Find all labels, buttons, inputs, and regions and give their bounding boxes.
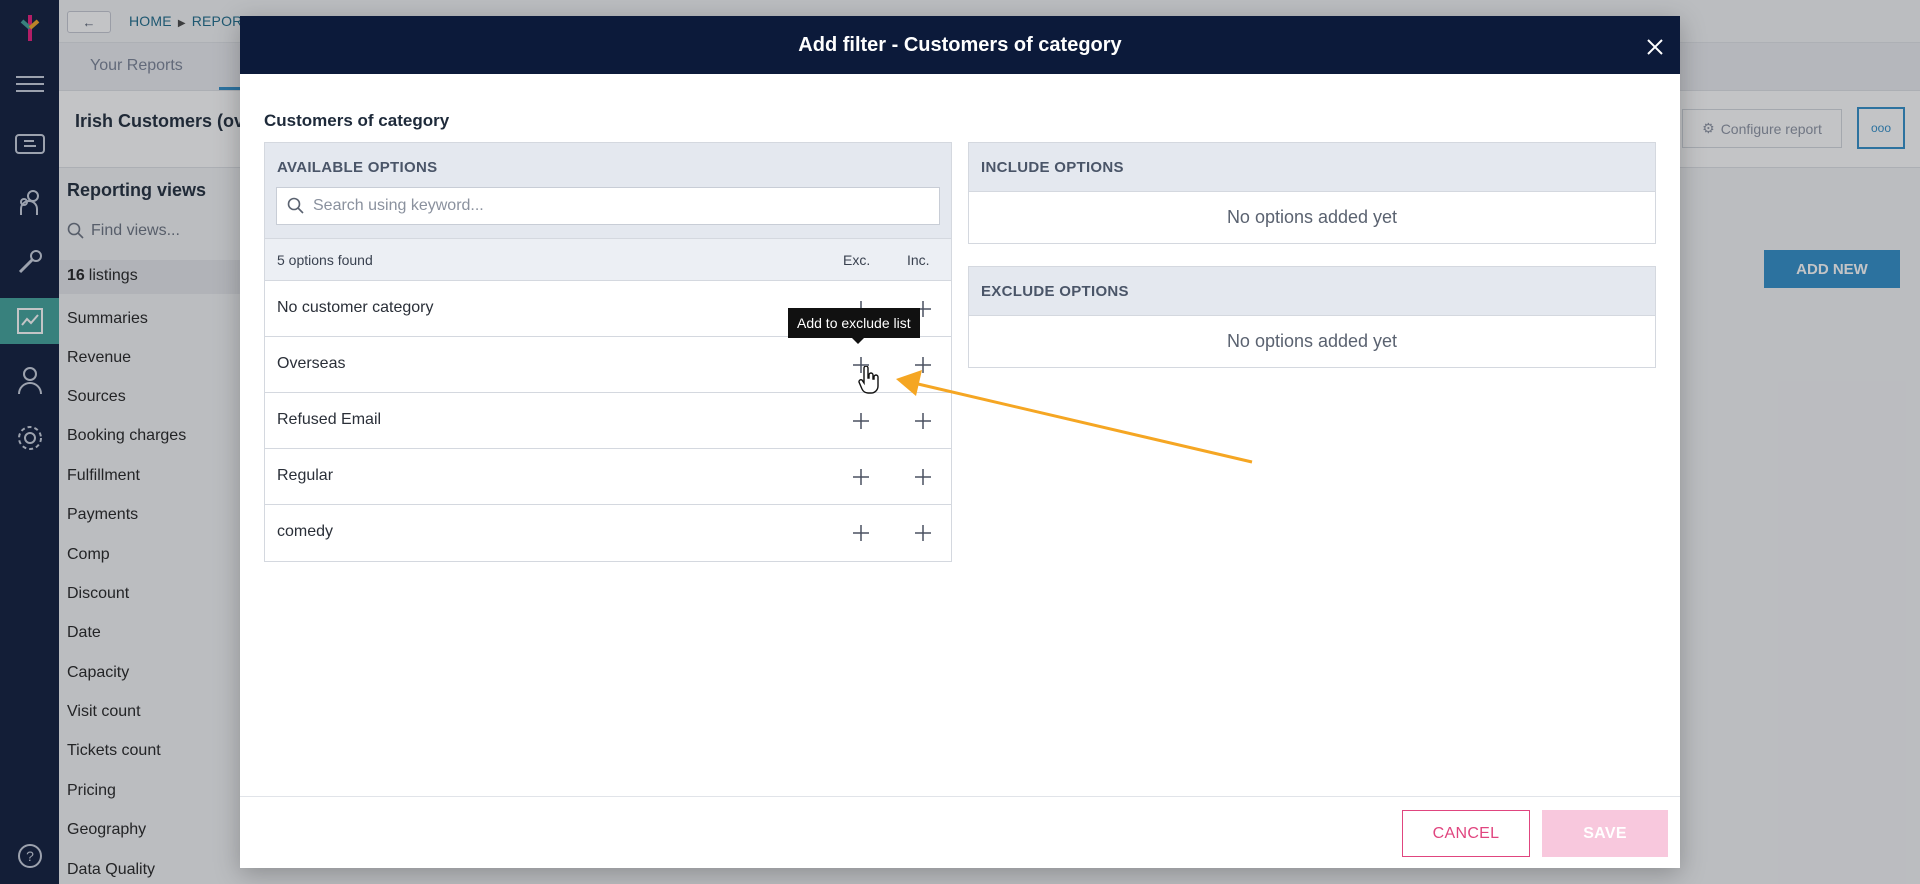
exclude-empty-message: No options added yet <box>969 315 1655 367</box>
add-to-include-plus-icon[interactable] <box>913 467 933 487</box>
options-found-count: 5 options found <box>277 252 373 268</box>
save-button[interactable]: SAVE <box>1542 810 1668 857</box>
exclude-column-header: Exc. <box>843 252 871 268</box>
list-item: comedy <box>265 505 951 561</box>
available-options-heading: AVAILABLE OPTIONS <box>265 143 951 191</box>
add-to-exclude-plus-icon[interactable] <box>851 467 871 487</box>
list-item: Overseas <box>265 337 951 393</box>
option-label: No customer category <box>277 299 434 316</box>
hand-cursor-icon <box>858 366 879 394</box>
section-title: Customers of category <box>264 111 450 130</box>
modal-title: Add filter - Customers of category <box>798 34 1122 56</box>
option-label: comedy <box>277 523 334 540</box>
cancel-button[interactable]: CANCEL <box>1402 810 1530 857</box>
add-to-exclude-plus-icon[interactable] <box>851 523 871 543</box>
include-options-heading: INCLUDE OPTIONS <box>969 143 1655 191</box>
option-label: Regular <box>277 467 334 484</box>
include-options-panel: INCLUDE OPTIONS No options added yet <box>968 142 1656 244</box>
include-column-header: Inc. <box>907 252 930 268</box>
close-icon[interactable] <box>1646 38 1664 56</box>
exclude-options-panel: EXCLUDE OPTIONS No options added yet <box>968 266 1656 368</box>
add-to-include-plus-icon[interactable] <box>913 411 933 431</box>
keyword-search-input[interactable]: Search using keyword... <box>276 187 940 225</box>
list-item: Regular <box>265 449 951 505</box>
list-item: Refused Email <box>265 393 951 449</box>
options-list-header: 5 options found Exc. Inc. <box>265 239 951 281</box>
keyword-search-placeholder: Search using keyword... <box>313 197 484 214</box>
modal-footer: CANCEL SAVE <box>240 796 1680 868</box>
option-label: Refused Email <box>277 411 382 428</box>
add-filter-modal: Add filter - Customers of category Custo… <box>240 16 1680 868</box>
search-icon <box>287 197 304 214</box>
include-empty-message: No options added yet <box>969 191 1655 243</box>
add-to-include-plus-icon[interactable] <box>913 355 933 375</box>
option-label: Overseas <box>277 355 346 372</box>
exclude-options-heading: EXCLUDE OPTIONS <box>969 267 1655 315</box>
exclude-tooltip: Add to exclude list <box>788 308 920 344</box>
modal-header: Add filter - Customers of category <box>240 16 1680 74</box>
add-to-exclude-plus-icon[interactable] <box>851 411 871 431</box>
add-to-include-plus-icon[interactable] <box>913 523 933 543</box>
available-options-panel: AVAILABLE OPTIONS Search using keyword..… <box>264 142 952 562</box>
